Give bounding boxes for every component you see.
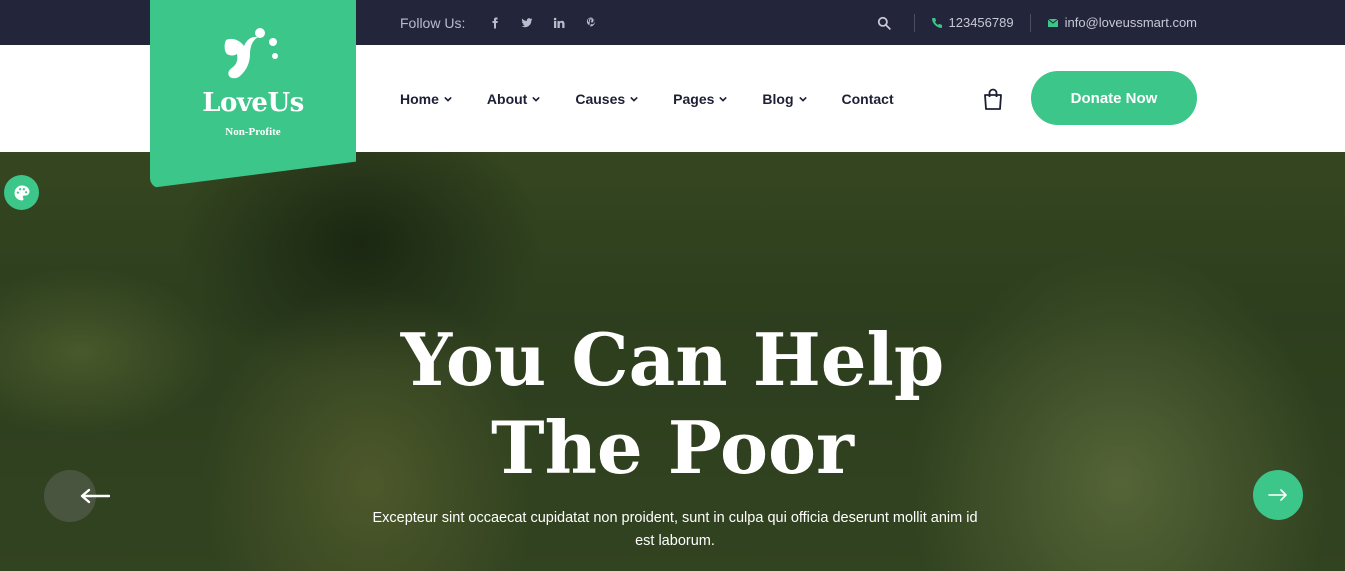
- main-nav: Home About Causes Pages Blog Contact: [400, 45, 929, 152]
- nav-item-blog[interactable]: Blog: [762, 90, 807, 107]
- hero-title-line2: The Poor: [491, 405, 854, 490]
- nav-label: About: [486, 90, 528, 107]
- logo-name: LoveUs: [202, 88, 304, 118]
- logo[interactable]: LoveUs Non-Profite: [150, 0, 356, 188]
- nav-label: Contact: [841, 90, 894, 107]
- divider: [1029, 13, 1031, 32]
- nav-label: Home: [400, 90, 439, 107]
- arrow-right-icon: [1268, 489, 1287, 501]
- social-links: [479, 13, 607, 33]
- email-contact[interactable]: info@loveussmart.com: [1047, 15, 1197, 30]
- hero-title-line1: You Can Help: [400, 317, 945, 402]
- nav-item-contact[interactable]: Contact: [842, 91, 894, 107]
- chevron-down-icon: [630, 96, 638, 102]
- nav-item-about[interactable]: About: [486, 90, 541, 107]
- divider: [913, 13, 915, 32]
- search-icon[interactable]: [870, 16, 898, 30]
- email-address: info@loveussmart.com: [1064, 15, 1197, 30]
- logo-tagline: Non-Profite: [225, 126, 281, 138]
- follow-label: Follow Us:: [400, 14, 466, 31]
- palette-icon: [14, 185, 30, 200]
- shopping-bag-icon[interactable]: [983, 88, 1003, 110]
- nav-label: Blog: [762, 90, 794, 107]
- pinterest-icon[interactable]: [575, 13, 607, 33]
- hero-description: Excepteur sint occaecat cupidatat non pr…: [372, 510, 978, 549]
- arrow-left-icon: [80, 488, 110, 504]
- chevron-down-icon: [444, 96, 452, 102]
- color-palette-button[interactable]: [4, 175, 39, 210]
- donate-button[interactable]: Donate Now: [1031, 71, 1197, 125]
- chevron-down-icon: [798, 96, 807, 102]
- phone-number: 123456789: [948, 15, 1014, 30]
- nav-item-causes[interactable]: Causes: [575, 91, 638, 107]
- social-follow: Follow Us:: [400, 0, 607, 45]
- envelope-icon: [1047, 18, 1058, 27]
- chevron-down-icon: [532, 96, 541, 102]
- nav-item-home[interactable]: Home: [400, 91, 452, 107]
- twitter-icon[interactable]: [511, 13, 543, 33]
- nav-label: Causes: [575, 90, 626, 107]
- nav-item-pages[interactable]: Pages: [673, 90, 728, 107]
- nav-label: Pages: [673, 90, 715, 107]
- slider-prev-button[interactable]: [44, 470, 110, 522]
- logo-mark-icon: [224, 28, 278, 79]
- phone-contact[interactable]: 123456789: [931, 15, 1014, 30]
- chevron-down-icon: [719, 96, 728, 102]
- slider-next-button[interactable]: [1253, 470, 1303, 520]
- facebook-icon[interactable]: [479, 13, 511, 33]
- linkedin-icon[interactable]: [543, 13, 575, 33]
- hero-title: You Can Help The Poor: [0, 316, 1345, 492]
- top-contact: 123456789 info@loveussmart.com: [870, 0, 1197, 45]
- phone-icon: [931, 17, 942, 28]
